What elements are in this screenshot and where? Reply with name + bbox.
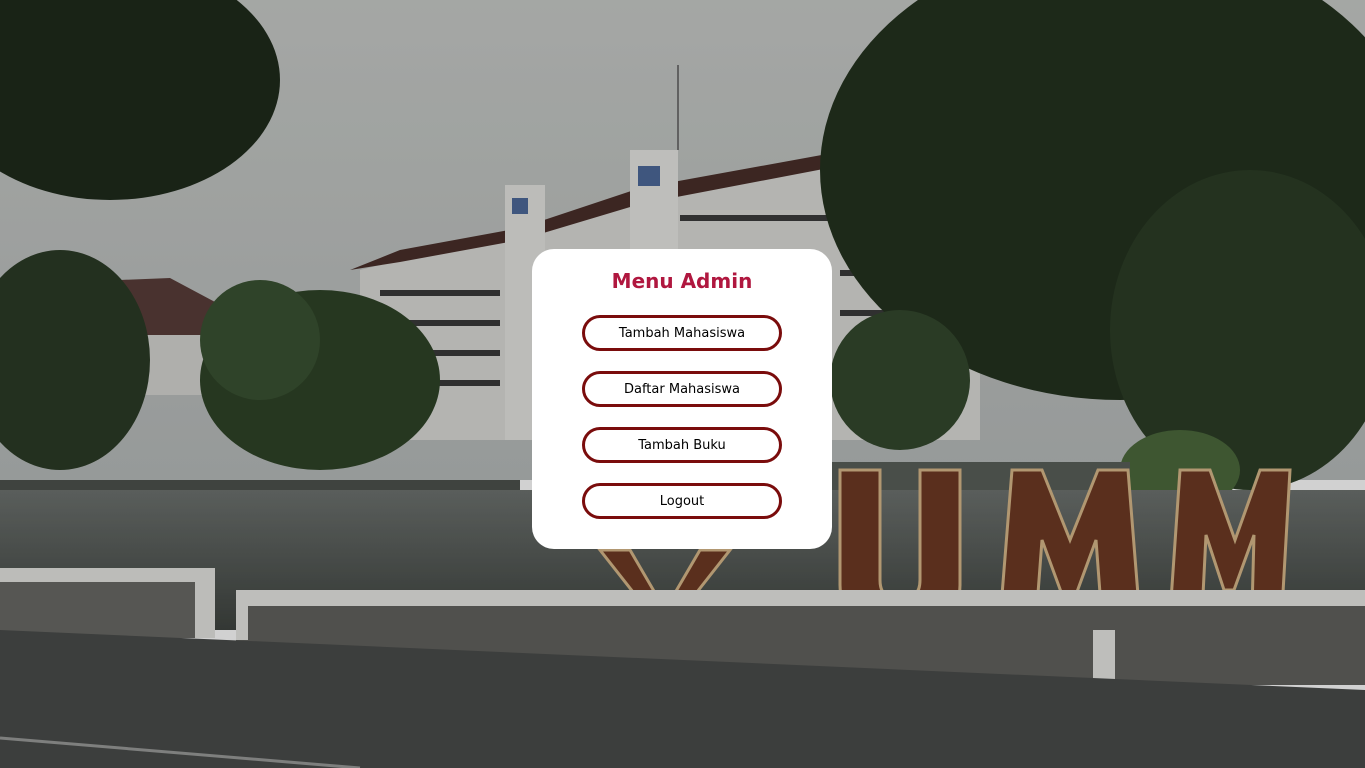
tambah-buku-button[interactable]: Tambah Buku bbox=[582, 427, 782, 463]
logout-button[interactable]: Logout bbox=[582, 483, 782, 519]
tambah-mahasiswa-button[interactable]: Tambah Mahasiswa bbox=[582, 315, 782, 351]
admin-menu-card: Menu Admin Tambah Mahasiswa Daftar Mahas… bbox=[532, 249, 832, 549]
daftar-mahasiswa-button[interactable]: Daftar Mahasiswa bbox=[582, 371, 782, 407]
menu-title: Menu Admin bbox=[611, 269, 753, 293]
